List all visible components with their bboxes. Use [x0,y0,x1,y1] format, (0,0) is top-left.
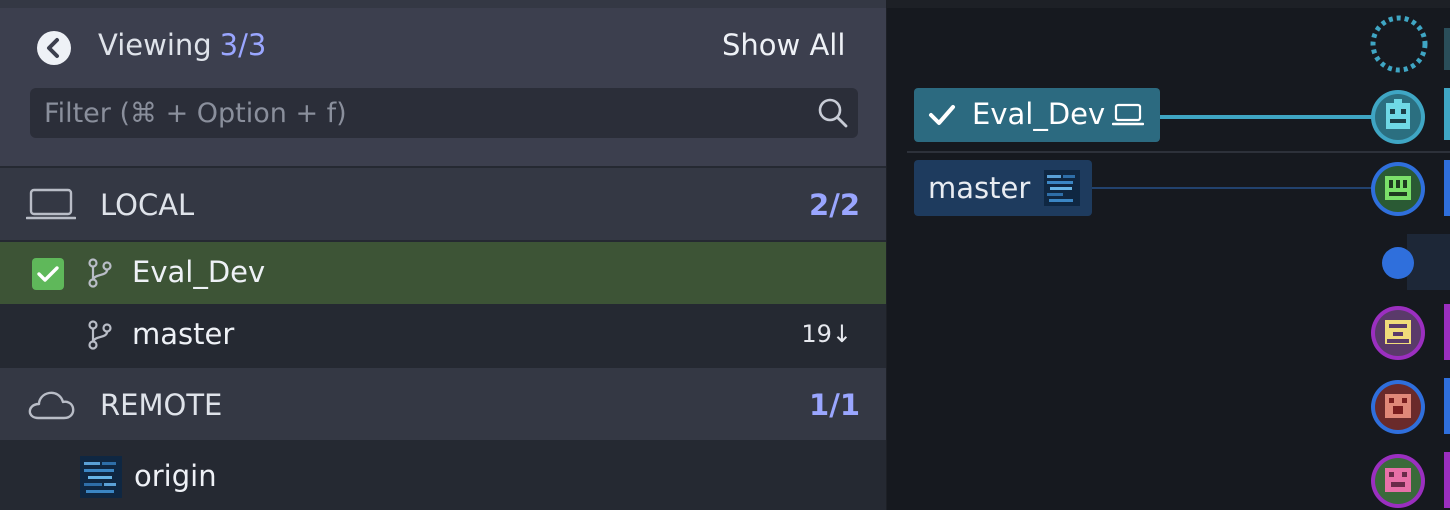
behind-count-badge: 19↓ [801,320,852,348]
show-all-button[interactable]: Show All [722,28,845,62]
lane-bar [1444,28,1450,70]
laptop-icon [1112,103,1144,126]
viewing-label: Viewing [98,28,212,62]
panel-header: Viewing 3/3 Show All [0,8,886,166]
filter-box [30,88,858,138]
branch-tag-label: master [928,171,1031,205]
branches-panel: Viewing3/3 Show All LOCAL 2/2 [0,0,886,510]
lane-bar [1444,160,1450,216]
checked-checkbox[interactable] [32,258,64,290]
lane-bar [1444,304,1450,360]
branch-tag-eval-dev[interactable]: Eval_Dev [914,88,1160,142]
commit-avatar[interactable] [1369,378,1427,436]
back-icon[interactable] [36,30,72,66]
graph-lines [1092,115,1397,189]
local-count: 2/2 [809,188,860,222]
commit-avatar[interactable] [1369,160,1427,218]
lane-bar [1444,452,1450,508]
checkmark-icon [929,105,955,125]
remote-section-header[interactable]: REMOTE 1/1 [0,368,886,440]
remote-count: 1/1 [809,388,860,422]
remote-label: REMOTE [100,388,223,422]
commit-avatar[interactable] [1369,304,1427,362]
checkmark-icon [37,266,59,282]
commit-dot-icon[interactable] [1381,246,1415,280]
cloud-icon [28,391,75,420]
commit-avatar[interactable] [1369,452,1427,510]
commit-avatar[interactable] [1369,88,1427,146]
branch-tag-master[interactable]: master [914,160,1092,216]
filter-input[interactable] [30,88,790,138]
branch-row-eval-dev[interactable]: Eval_Dev [0,242,886,304]
remote-thumbnail-icon [1044,170,1080,206]
remote-row-origin[interactable]: origin [0,444,886,510]
branch-tag-label: Eval_Dev [972,97,1106,131]
branch-name: Eval_Dev [132,255,266,289]
remote-thumbnail-icon [80,456,122,498]
viewing-indicator: Viewing 3/3 [98,28,266,62]
branch-name: master [132,317,235,351]
laptop-icon [26,188,76,220]
branch-icon [88,320,112,350]
branch-row-master[interactable]: master 19↓ [0,304,886,366]
commit-graph: Eval_Dev master [887,8,1450,510]
lane-bar [1444,378,1450,434]
branch-icon [88,258,112,288]
search-icon[interactable] [816,96,850,130]
remote-name: origin [134,459,217,493]
local-label: LOCAL [100,188,195,222]
lane-bar [1444,88,1450,140]
viewing-count: 3/3 [219,28,267,62]
row-separator [907,151,1450,153]
local-section-header[interactable]: LOCAL 2/2 [0,168,886,240]
wip-node-icon[interactable] [1369,14,1429,74]
